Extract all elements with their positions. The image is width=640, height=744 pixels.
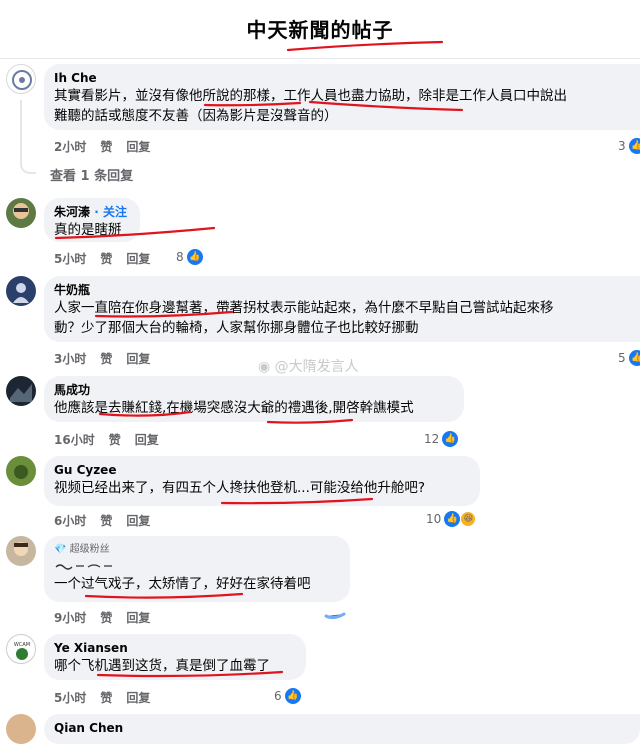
reply-button[interactable]: 回复 bbox=[126, 352, 150, 366]
reply-button[interactable]: 回复 bbox=[126, 140, 150, 154]
avatar[interactable] bbox=[6, 456, 36, 486]
comment-actions: 3小时赞回复 bbox=[54, 350, 164, 367]
comment-text-line: 其實看影片，並沒有像他所說的那樣，工作人員也盡力協助，除非是工作人員口中說出 bbox=[54, 88, 567, 104]
comment-text-line: 動？少了那個大台的輪椅，人家幫你挪身體位子也比較好挪動 bbox=[54, 320, 419, 336]
reply-button[interactable]: 回复 bbox=[126, 611, 150, 625]
like-button[interactable]: 赞 bbox=[100, 691, 112, 705]
avatar[interactable] bbox=[6, 198, 36, 228]
like-button[interactable]: 赞 bbox=[109, 433, 121, 447]
reaction-count[interactable]: 5 👍 bbox=[618, 350, 640, 366]
comment-bubble: Gu Cyzee 视频已经出来了，有四五个人搀扶他登机...可能没给他升舱吧? bbox=[44, 456, 480, 506]
reaction-count[interactable]: 12 👍 bbox=[424, 431, 459, 447]
comment-author[interactable]: Gu Cyzee bbox=[54, 462, 470, 478]
avatar[interactable] bbox=[6, 64, 36, 94]
comment-author[interactable]: Ih Che bbox=[54, 70, 630, 86]
comment-actions: 5小时赞回复 bbox=[54, 689, 164, 706]
comment-bubble: Ye Xiansen 哪个飞机遇到这货，真是倒了血霉了 bbox=[44, 634, 306, 680]
watermark: ◉ @大隋发言人 bbox=[258, 356, 359, 376]
comment-time[interactable]: 6小时 bbox=[54, 514, 86, 528]
avatar[interactable] bbox=[6, 276, 36, 306]
comment-bubble: 牛奶瓶 人家一直陪在你身邊幫著，帶著拐杖表示能站起來，為什麼不早點自己嘗試站起來… bbox=[44, 276, 640, 342]
comment-bubble: 朱河溱 · 关注 真的是瞎掰 bbox=[44, 198, 140, 242]
reaction-count[interactable]: 10 👍 😆 bbox=[426, 511, 477, 527]
like-reaction-icon: 👍 bbox=[628, 350, 640, 366]
reply-button[interactable]: 回复 bbox=[126, 252, 150, 266]
like-reaction-icon: 👍 bbox=[186, 249, 203, 265]
reply-button[interactable]: 回复 bbox=[126, 691, 150, 705]
reaction-count-value: 12 bbox=[424, 432, 440, 446]
comment-actions: 2小时赞回复 bbox=[54, 138, 164, 155]
comment-author[interactable]: Qian Chen bbox=[54, 720, 630, 736]
comment-time[interactable]: 5小时 bbox=[54, 691, 86, 705]
comment-author[interactable]: 朱河溱 bbox=[54, 205, 90, 219]
reaction-count[interactable]: 3 👍 bbox=[618, 138, 640, 154]
comment-bubble: 馬成功 他應該是去賺紅錢,在機場突感沒大爺的禮遇後,開啓幹譙模式 bbox=[44, 376, 464, 422]
reaction-count[interactable]: 8 👍 bbox=[176, 249, 203, 265]
comment-time[interactable]: 9小时 bbox=[54, 611, 86, 625]
reply-button[interactable]: 回复 bbox=[126, 514, 150, 528]
like-reaction-icon: 👍 bbox=[442, 431, 459, 447]
like-button[interactable]: 赞 bbox=[100, 352, 112, 366]
comment-text: 他應該是去賺紅錢,在機場突感沒大爺的禮遇後,開啓幹譙模式 bbox=[54, 400, 414, 416]
like-button[interactable]: 赞 bbox=[100, 611, 112, 625]
haha-reaction-icon: 😆 bbox=[460, 511, 477, 527]
comment-bubble: Ih Che 其實看影片，並沒有像他所說的那樣，工作人員也盡力協助，除非是工作人… bbox=[44, 64, 640, 130]
svg-text:WCAM: WCAM bbox=[14, 642, 30, 648]
header-divider bbox=[0, 58, 640, 59]
like-button[interactable]: 赞 bbox=[100, 252, 112, 266]
comment-time[interactable]: 2小时 bbox=[54, 140, 86, 154]
like-reaction-icon: 👍 bbox=[444, 511, 461, 527]
avatar[interactable]: WCAM bbox=[6, 634, 36, 664]
like-button[interactable]: 赞 bbox=[100, 140, 112, 154]
page-title: 中天新聞的帖子 bbox=[246, 18, 394, 42]
comment-text: 哪个飞机遇到这货，真是倒了血霉了 bbox=[54, 658, 270, 674]
avatar[interactable] bbox=[6, 536, 36, 566]
avatar[interactable] bbox=[6, 376, 36, 406]
reply-button[interactable]: 回复 bbox=[135, 433, 159, 447]
comment-text: 视频已经出来了，有四五个人搀扶他登机...可能没给他升舱吧? bbox=[54, 480, 426, 496]
like-reaction-icon: 👍 bbox=[628, 138, 640, 154]
view-replies-link[interactable]: 查看 1 条回复 bbox=[50, 165, 133, 184]
comment-author[interactable]: 牛奶瓶 bbox=[54, 282, 630, 298]
like-button[interactable]: 赞 bbox=[100, 514, 112, 528]
comment-text-line: 難聽的話或態度不友善（因為影片是沒聲音的） bbox=[54, 108, 338, 124]
avatar[interactable] bbox=[6, 714, 36, 744]
comment-time[interactable]: 16小时 bbox=[54, 433, 95, 447]
comment-time[interactable]: 3小时 bbox=[54, 352, 86, 366]
comment-author[interactable]: Ye Xiansen bbox=[54, 640, 296, 656]
comment-bubble: 💎 超级粉丝 一个过气戏子，太矫情了，好好在家待着吧 bbox=[44, 536, 350, 602]
reaction-count-value: 6 bbox=[274, 689, 282, 703]
comment-actions: 16小时赞回复 bbox=[54, 431, 173, 448]
weibo-logo-icon: ◉ bbox=[258, 359, 271, 375]
comment-text: 真的是瞎掰 bbox=[54, 222, 122, 238]
comment-actions: 6小时赞回复 bbox=[54, 512, 164, 529]
top-fan-badge: 超级粉丝 bbox=[69, 544, 110, 555]
comment-actions: 9小时赞回复 bbox=[54, 609, 164, 626]
comment-actions: 5小时赞回复 bbox=[54, 250, 164, 267]
reaction-count[interactable]: 6 👍 bbox=[274, 688, 301, 704]
comment-text: 一个过气戏子，太矫情了，好好在家待着吧 bbox=[54, 576, 311, 592]
reaction-count-value: 10 bbox=[426, 512, 442, 526]
reaction-count-value: 8 bbox=[176, 250, 184, 264]
comment-time[interactable]: 5小时 bbox=[54, 252, 86, 266]
watermark-text: @大隋发言人 bbox=[274, 359, 359, 375]
follow-button[interactable]: · 关注 bbox=[94, 205, 127, 219]
top-fan-icon: 💎 bbox=[54, 544, 67, 555]
comment-text-line: 人家一直陪在你身邊幫著，帶著拐杖表示能站起來，為什麼不早點自己嘗試站起來移 bbox=[54, 300, 554, 316]
like-reaction-icon: 👍 bbox=[284, 688, 301, 704]
comment-author[interactable]: 馬成功 bbox=[54, 382, 454, 398]
reply-thread-line bbox=[20, 100, 36, 174]
comment-bubble: Qian Chen bbox=[44, 714, 640, 744]
comment-author[interactable] bbox=[54, 558, 340, 574]
reaction-count-value: 3 bbox=[618, 139, 626, 153]
reaction-count-value: 5 bbox=[618, 351, 626, 365]
